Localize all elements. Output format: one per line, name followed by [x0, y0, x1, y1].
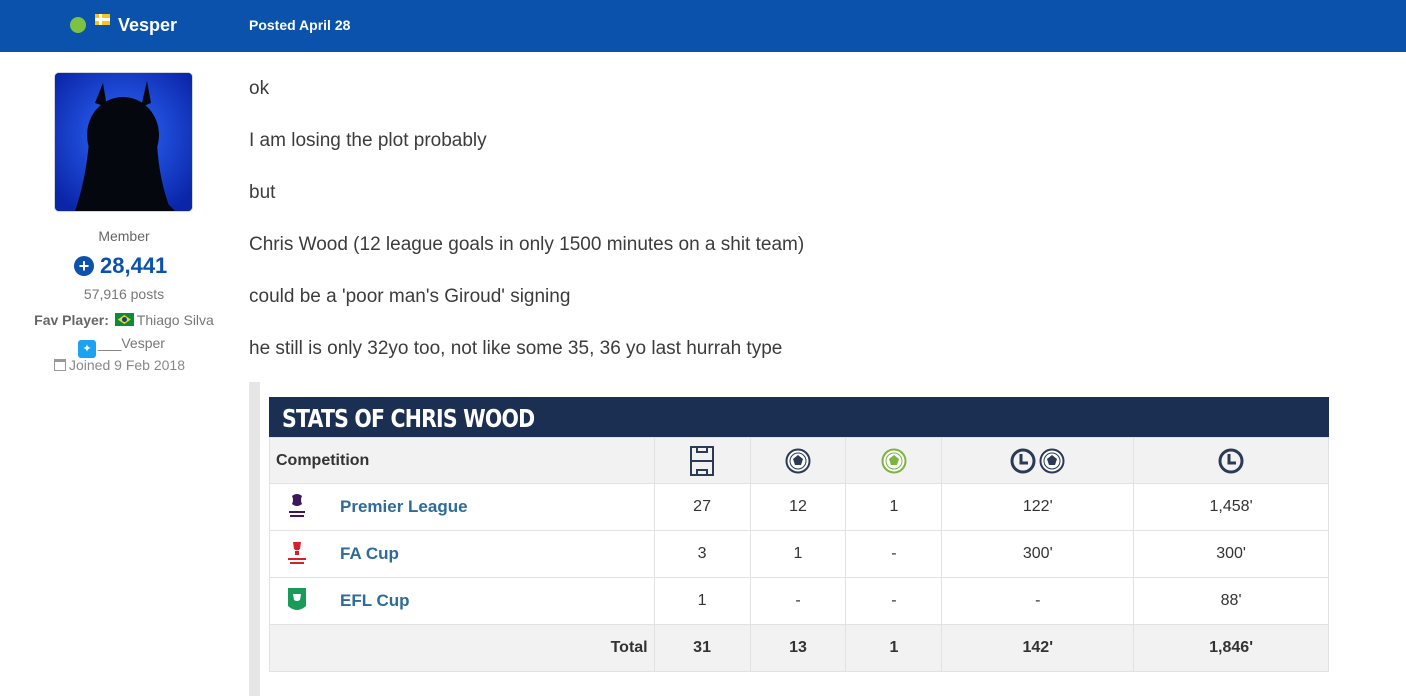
- embedded-stats-image: STATS OF CHRIS WOOD Competition Premier …: [249, 382, 1334, 696]
- appearances-header: [653, 437, 751, 484]
- stats-title: STATS OF CHRIS WOOD: [282, 404, 535, 433]
- total-apps: 31: [653, 624, 751, 672]
- post-count: 57,916 posts: [83, 286, 165, 302]
- minutes-icon: [1218, 448, 1244, 473]
- author-username[interactable]: Vesper: [118, 15, 177, 36]
- online-status-icon: [70, 17, 86, 33]
- post-line: I am losing the plot probably: [249, 130, 487, 151]
- twitter-handle: ___Vesper: [98, 335, 165, 351]
- fav-player-label: Fav Player:: [34, 312, 109, 328]
- assists-cell: -: [845, 530, 943, 578]
- post-header: Vesper Posted April 28: [0, 0, 1406, 52]
- minutes-cell: 88': [1133, 577, 1329, 625]
- fav-player: Fav Player: Thiago Silva: [0, 312, 248, 328]
- total-minutes: 1,846': [1133, 624, 1329, 672]
- assists-header: [845, 437, 943, 484]
- member-rank: Member: [98, 228, 150, 244]
- assists-cell: 1: [845, 483, 943, 531]
- competition-name: Premier League: [340, 497, 468, 516]
- competition-cell[interactable]: Premier League: [269, 483, 655, 531]
- plus-icon: +: [74, 256, 94, 276]
- stats-header: STATS OF CHRIS WOOD: [269, 397, 1329, 437]
- total-mins-per-goal: 142': [941, 624, 1135, 672]
- post-line: Chris Wood (12 league goals in only 1500…: [249, 234, 805, 255]
- table-row: EFL Cup 1 - - - 88': [269, 577, 1329, 625]
- apps-cell[interactable]: 27: [653, 483, 751, 531]
- minutes-per-goal-header: [941, 437, 1135, 484]
- minutes-per-goal-icon: [1010, 448, 1065, 473]
- post-date[interactable]: Posted April 28: [249, 17, 350, 33]
- minutes-cell: 300': [1133, 530, 1329, 578]
- ball-icon: [785, 448, 811, 473]
- brazil-flag-icon: [114, 313, 134, 326]
- author-sidebar: Member + 28,441 57,916 posts Fav Player:…: [0, 52, 248, 696]
- table-row: FA Cup 3 1 - 300' 300': [269, 530, 1329, 578]
- competition-cell[interactable]: EFL Cup: [269, 577, 655, 625]
- minutes-header: [1133, 437, 1329, 484]
- avatar-silhouette-icon: [55, 73, 192, 211]
- post-line: ok: [249, 78, 270, 99]
- apps-cell[interactable]: 3: [653, 530, 751, 578]
- apps-cell[interactable]: 1: [653, 577, 751, 625]
- post-line: he still is only 32yo too, not like some…: [249, 338, 783, 359]
- fav-player-name: Thiago Silva: [136, 312, 214, 328]
- goals-cell: 1: [749, 530, 847, 578]
- goals-cell: -: [749, 577, 847, 625]
- joined-text: Joined 9 Feb 2018: [69, 357, 185, 373]
- goals-cell: 12: [749, 483, 847, 531]
- mins-per-goal-cell: 300': [941, 530, 1135, 578]
- post-line: but: [249, 182, 276, 203]
- sweden-flag-icon: [95, 14, 110, 25]
- twitter-icon: ✦: [78, 340, 96, 358]
- total-label: Total: [269, 624, 655, 672]
- premier-league-logo-icon: [286, 492, 308, 522]
- table-row: Premier League 27 12 1 122' 1,458': [269, 483, 1329, 531]
- minutes-cell: 1,458': [1133, 483, 1329, 531]
- twitter-link[interactable]: ✦ ___Vesper: [78, 335, 165, 358]
- stats-card: STATS OF CHRIS WOOD Competition Premier …: [260, 382, 1334, 696]
- competition-name: EFL Cup: [340, 591, 410, 610]
- joined-date: Joined 9 Feb 2018: [54, 357, 185, 373]
- competition-name: FA Cup: [340, 544, 399, 563]
- stats-header-row: Competition: [269, 437, 1329, 484]
- post-line: could be a 'poor man's Giroud' signing: [249, 286, 571, 307]
- total-assists: 1: [845, 624, 943, 672]
- fa-cup-logo-icon: [286, 539, 308, 569]
- total-goals: 13: [749, 624, 847, 672]
- mins-per-goal-cell: -: [941, 577, 1135, 625]
- avatar[interactable]: [55, 73, 192, 211]
- competition-cell[interactable]: FA Cup: [269, 530, 655, 578]
- assist-ball-icon: [881, 448, 907, 473]
- stats-table: Competition Premier League 27 12 1 122' …: [269, 437, 1329, 672]
- efl-cup-logo-icon: [286, 586, 308, 616]
- calendar-icon: [54, 359, 66, 371]
- goals-header: [749, 437, 847, 484]
- reputation-value: 28,441: [100, 253, 168, 278]
- assists-cell: -: [845, 577, 943, 625]
- pitch-icon: [690, 445, 715, 476]
- total-row: Total 31 13 1 142' 1,846': [269, 624, 1329, 672]
- mins-per-goal-cell: 122': [941, 483, 1135, 531]
- competition-header: Competition: [269, 437, 655, 484]
